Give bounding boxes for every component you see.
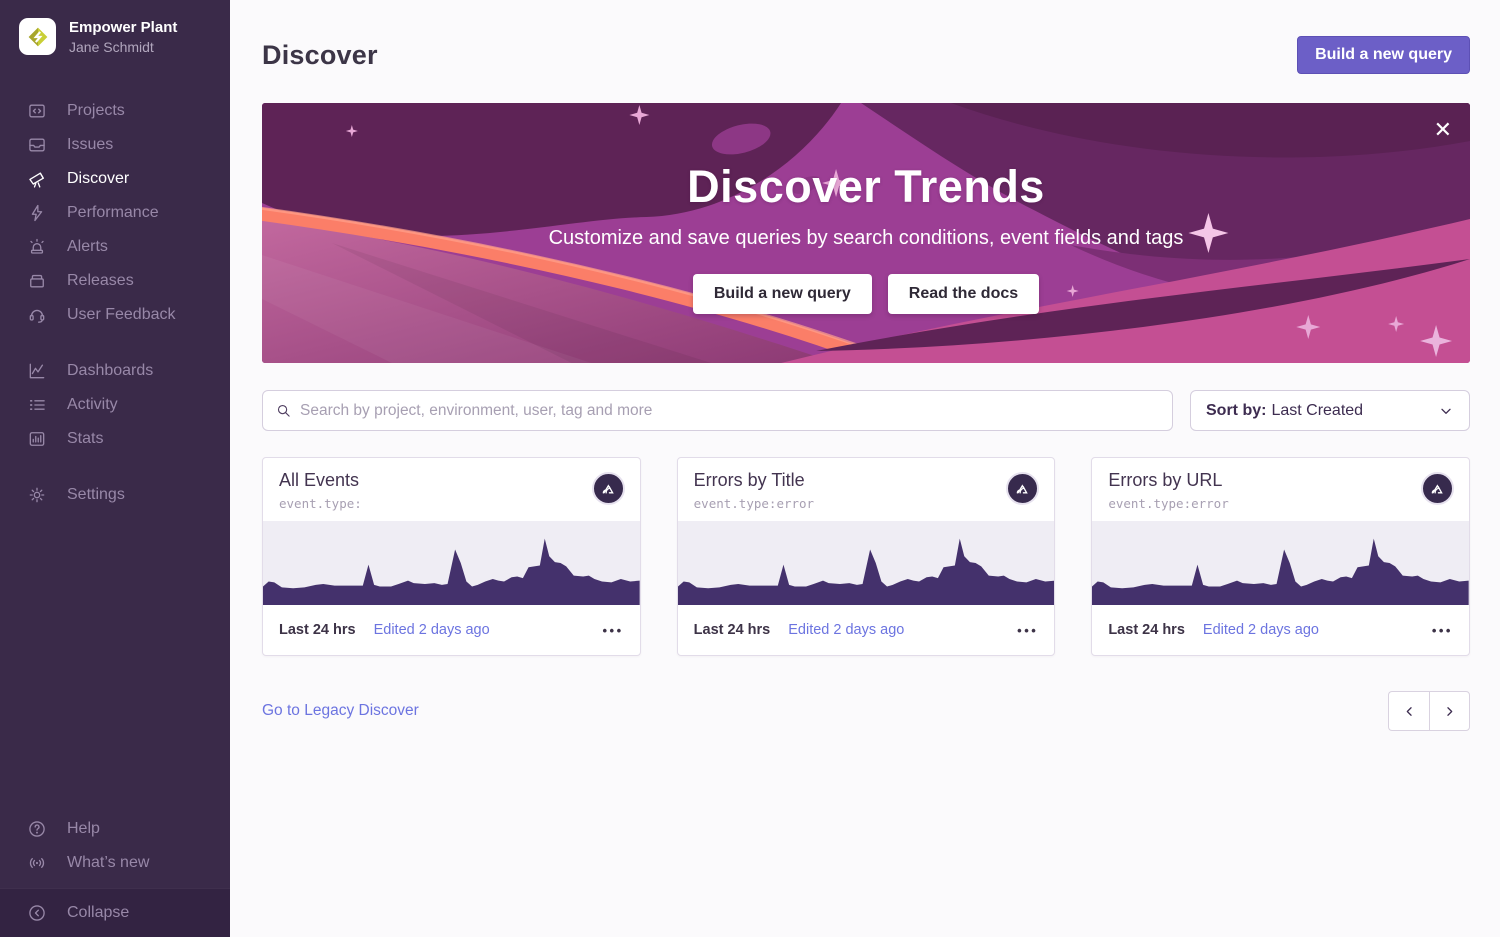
sentry-logo-icon xyxy=(592,472,625,505)
alerts-icon xyxy=(27,237,47,257)
query-card-errors-by-title: Errors by Title event.type:error Last 24… xyxy=(677,457,1056,656)
issues-icon xyxy=(27,135,47,155)
card-timeframe: Last 24 hrs xyxy=(694,622,771,638)
sidebar-item-projects[interactable]: Projects xyxy=(0,94,230,128)
dashboards-icon xyxy=(27,361,47,381)
sidebar-item-settings[interactable]: Settings xyxy=(0,478,230,512)
card-edited-link[interactable]: Edited 2 days ago xyxy=(788,622,904,638)
sidebar-item-label: User Feedback xyxy=(67,306,176,324)
query-card-errors-by-url: Errors by URL event.type:error Last 24 h… xyxy=(1091,457,1470,656)
sidebar-item-label: Help xyxy=(67,820,100,838)
banner-title: Discover Trends xyxy=(687,161,1045,213)
org-user: Jane Schmidt xyxy=(69,38,177,56)
sidebar-item-label: Activity xyxy=(67,396,118,414)
releases-icon xyxy=(27,271,47,291)
sidebar-item-label: Discover xyxy=(67,170,129,188)
banner-build-query-button[interactable]: Build a new query xyxy=(693,274,872,314)
card-edited-link[interactable]: Edited 2 days ago xyxy=(1203,622,1319,638)
org-name: Empower Plant xyxy=(69,18,177,38)
sidebar-item-label: What’s new xyxy=(67,854,149,872)
sidebar-item-label: Settings xyxy=(67,486,125,504)
sidebar-collapse-button[interactable]: Collapse xyxy=(0,898,230,928)
card-timeframe: Last 24 hrs xyxy=(1108,622,1185,638)
sort-label: Sort by: xyxy=(1206,402,1266,420)
search-input[interactable] xyxy=(300,402,1159,420)
sidebar-item-releases[interactable]: Releases xyxy=(0,264,230,298)
sidebar-item-stats[interactable]: Stats xyxy=(0,422,230,456)
chevron-left-icon xyxy=(1402,704,1417,719)
card-query: event.type:error xyxy=(1108,496,1228,511)
card-edited-link[interactable]: Edited 2 days ago xyxy=(374,622,490,638)
performance-icon xyxy=(27,203,47,223)
chevron-right-icon xyxy=(1442,704,1457,719)
discover-icon xyxy=(27,169,47,189)
sparkline-chart xyxy=(678,521,1055,605)
card-title[interactable]: All Events xyxy=(279,470,362,491)
settings-icon xyxy=(27,485,47,505)
projects-icon xyxy=(27,101,47,121)
sidebar-item-whats-new[interactable]: What’s new xyxy=(0,846,230,880)
sidebar-item-activity[interactable]: Activity xyxy=(0,388,230,422)
card-timeframe: Last 24 hrs xyxy=(279,622,356,638)
sidebar-item-label: Stats xyxy=(67,430,103,448)
sidebar-item-label: Alerts xyxy=(67,238,108,256)
sort-value: Last Created xyxy=(1271,402,1363,420)
sidebar-item-label: Performance xyxy=(67,204,159,222)
search-icon xyxy=(276,403,291,418)
previous-page-button[interactable] xyxy=(1388,691,1429,731)
banner-read-docs-button[interactable]: Read the docs xyxy=(888,274,1039,314)
org-logo-icon xyxy=(19,18,56,55)
sidebar-item-issues[interactable]: Issues xyxy=(0,128,230,162)
sidebar-item-user-feedback[interactable]: User Feedback xyxy=(0,298,230,332)
chevron-down-icon xyxy=(1438,403,1454,419)
main-content: Discover Build a new query xyxy=(230,0,1500,937)
help-icon xyxy=(27,819,47,839)
user-feedback-icon xyxy=(27,305,47,325)
sidebar-item-label: Projects xyxy=(67,102,125,120)
sidebar-item-discover[interactable]: Discover xyxy=(0,162,230,196)
sidebar-item-performance[interactable]: Performance xyxy=(0,196,230,230)
sidebar-item-help[interactable]: Help xyxy=(0,812,230,846)
card-options-icon[interactable]: ••• xyxy=(1017,623,1038,638)
pagination xyxy=(1388,691,1470,731)
card-query: event.type: xyxy=(279,496,362,511)
sort-dropdown[interactable]: Sort by: Last Created xyxy=(1190,390,1470,431)
build-new-query-button[interactable]: Build a new query xyxy=(1297,36,1470,74)
sidebar-item-alerts[interactable]: Alerts xyxy=(0,230,230,264)
sidebar-item-dashboards[interactable]: Dashboards xyxy=(0,354,230,388)
sidebar: Empower Plant Jane Schmidt Projects Issu… xyxy=(0,0,230,937)
card-title[interactable]: Errors by URL xyxy=(1108,470,1228,491)
sentry-logo-icon xyxy=(1006,472,1039,505)
card-query: event.type:error xyxy=(694,496,814,511)
next-page-button[interactable] xyxy=(1429,691,1470,731)
stats-icon xyxy=(27,429,47,449)
sidebar-collapse-wrap: Collapse xyxy=(0,888,230,937)
banner-subtitle: Customize and save queries by search con… xyxy=(549,227,1184,250)
sidebar-item-label: Releases xyxy=(67,272,134,290)
card-options-icon[interactable]: ••• xyxy=(603,623,624,638)
page-title: Discover xyxy=(262,40,378,71)
sidebar-nav: Projects Issues Discover Performance Ale… xyxy=(0,56,230,512)
card-title[interactable]: Errors by Title xyxy=(694,470,814,491)
collapse-icon xyxy=(27,903,47,923)
search-box xyxy=(262,390,1173,431)
activity-icon xyxy=(27,395,47,415)
whats-new-icon xyxy=(27,853,47,873)
sidebar-footer-nav: Help What’s new xyxy=(0,812,230,888)
sparkline-chart xyxy=(263,521,640,605)
org-header[interactable]: Empower Plant Jane Schmidt xyxy=(0,0,230,56)
query-card-all-events: All Events event.type: Last 24 hrs Edite… xyxy=(262,457,641,656)
sidebar-item-label: Dashboards xyxy=(67,362,153,380)
sentry-logo-icon xyxy=(1421,472,1454,505)
discover-trends-banner: ✕ Discover Trends Customize and save que… xyxy=(262,103,1470,363)
sparkline-chart xyxy=(1092,521,1469,605)
saved-query-cards: All Events event.type: Last 24 hrs Edite… xyxy=(262,457,1470,656)
sidebar-item-label: Issues xyxy=(67,136,113,154)
legacy-discover-link[interactable]: Go to Legacy Discover xyxy=(262,702,419,720)
sidebar-item-label: Collapse xyxy=(67,904,129,922)
card-options-icon[interactable]: ••• xyxy=(1432,623,1453,638)
